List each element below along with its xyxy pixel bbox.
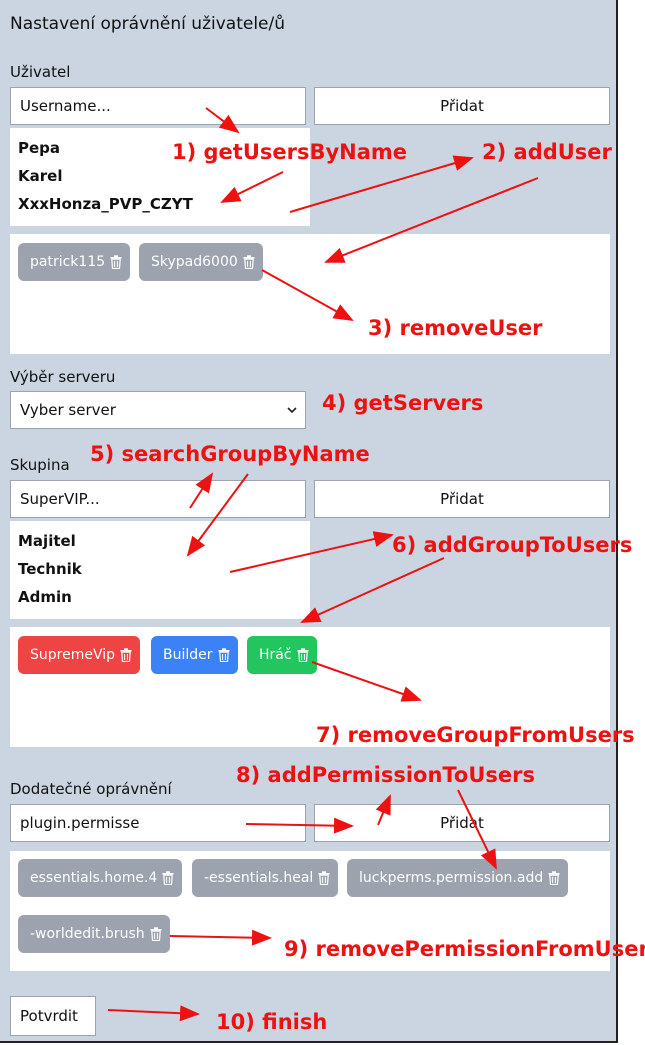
permission-chip[interactable]: -essentials.heal xyxy=(192,859,339,897)
annotation-label: 9) removePermissionFromUsers xyxy=(284,937,645,961)
username-input[interactable]: Username... xyxy=(10,87,306,125)
add-group-button[interactable]: Přidat xyxy=(314,480,610,518)
group-chip-label: SupremeVip xyxy=(30,647,116,663)
permission-chip-label: -essentials.heal xyxy=(204,870,314,886)
chevron-down-icon xyxy=(287,406,297,413)
permission-input[interactable]: plugin.permisse xyxy=(10,804,306,842)
group-chip[interactable]: Hráč xyxy=(247,636,317,674)
users-label: Uživatel xyxy=(10,63,71,81)
trash-icon[interactable] xyxy=(297,648,309,662)
group-chip[interactable]: SupremeVip xyxy=(18,636,141,674)
trash-icon[interactable] xyxy=(110,255,122,269)
server-label: Výběr serveru xyxy=(10,368,116,386)
annotation-label: 10) finish xyxy=(216,1010,328,1034)
page-title: Nastavení oprávnění uživatele/ů xyxy=(10,14,285,34)
permission-chip-label: luckperms.permission.add xyxy=(359,870,544,886)
confirm-button[interactable]: Potvrdit xyxy=(10,996,96,1036)
annotation-label: 4) getServers xyxy=(322,391,484,415)
add-permission-button[interactable]: Přidat xyxy=(314,804,610,842)
trash-icon[interactable] xyxy=(162,871,174,885)
permission-chip[interactable]: -worldedit.brush xyxy=(18,915,170,953)
permission-chip[interactable]: essentials.home.4 xyxy=(18,859,183,897)
server-select-value: Vyber server xyxy=(20,401,116,419)
annotation-label: 1) getUsersByName xyxy=(172,140,408,164)
permission-label: Dodatečné oprávnění xyxy=(10,780,172,798)
permission-chip-label: -worldedit.brush xyxy=(30,926,145,942)
server-select[interactable]: Vyber server xyxy=(10,391,306,429)
user-suggestion-item[interactable]: Karel xyxy=(18,162,302,190)
group-chip-label: Hráč xyxy=(259,647,292,663)
annotation-label: 2) addUser xyxy=(482,140,612,164)
annotation-label: 8) addPermissionToUsers xyxy=(236,763,536,787)
add-user-button[interactable]: Přidat xyxy=(314,87,610,125)
trash-icon[interactable] xyxy=(318,871,330,885)
group-input[interactable]: SuperVIP... xyxy=(10,480,306,518)
group-label: Skupina xyxy=(10,456,70,474)
group-suggestions-list: Majitel Technik Admin xyxy=(10,521,310,619)
user-chip[interactable]: patrick115 xyxy=(18,243,131,281)
permission-chip[interactable]: luckperms.permission.add xyxy=(347,859,569,897)
annotation-label: 7) removeGroupFromUsers xyxy=(316,723,635,747)
trash-icon[interactable] xyxy=(150,927,162,941)
group-chip[interactable]: Builder xyxy=(151,636,238,674)
user-chip-label: patrick115 xyxy=(30,254,106,270)
annotation-label: 3) removeUser xyxy=(368,316,543,340)
trash-icon[interactable] xyxy=(218,648,230,662)
user-chip-label: Skypad6000 xyxy=(151,254,238,270)
user-chip[interactable]: Skypad6000 xyxy=(139,243,263,281)
trash-icon[interactable] xyxy=(548,871,560,885)
group-suggestion-item[interactable]: Technik xyxy=(18,555,302,583)
trash-icon[interactable] xyxy=(243,255,255,269)
group-suggestion-item[interactable]: Majitel xyxy=(18,527,302,555)
trash-icon[interactable] xyxy=(120,648,132,662)
annotation-label: 6) addGroupToUsers xyxy=(392,533,633,557)
group-chip-label: Builder xyxy=(163,647,213,663)
annotation-label: 5) searchGroupByName xyxy=(90,442,370,466)
group-suggestion-item[interactable]: Admin xyxy=(18,583,302,611)
permission-chip-label: essentials.home.4 xyxy=(30,870,158,886)
user-suggestion-item[interactable]: XxxHonza_PVP_CZYT xyxy=(18,190,302,218)
